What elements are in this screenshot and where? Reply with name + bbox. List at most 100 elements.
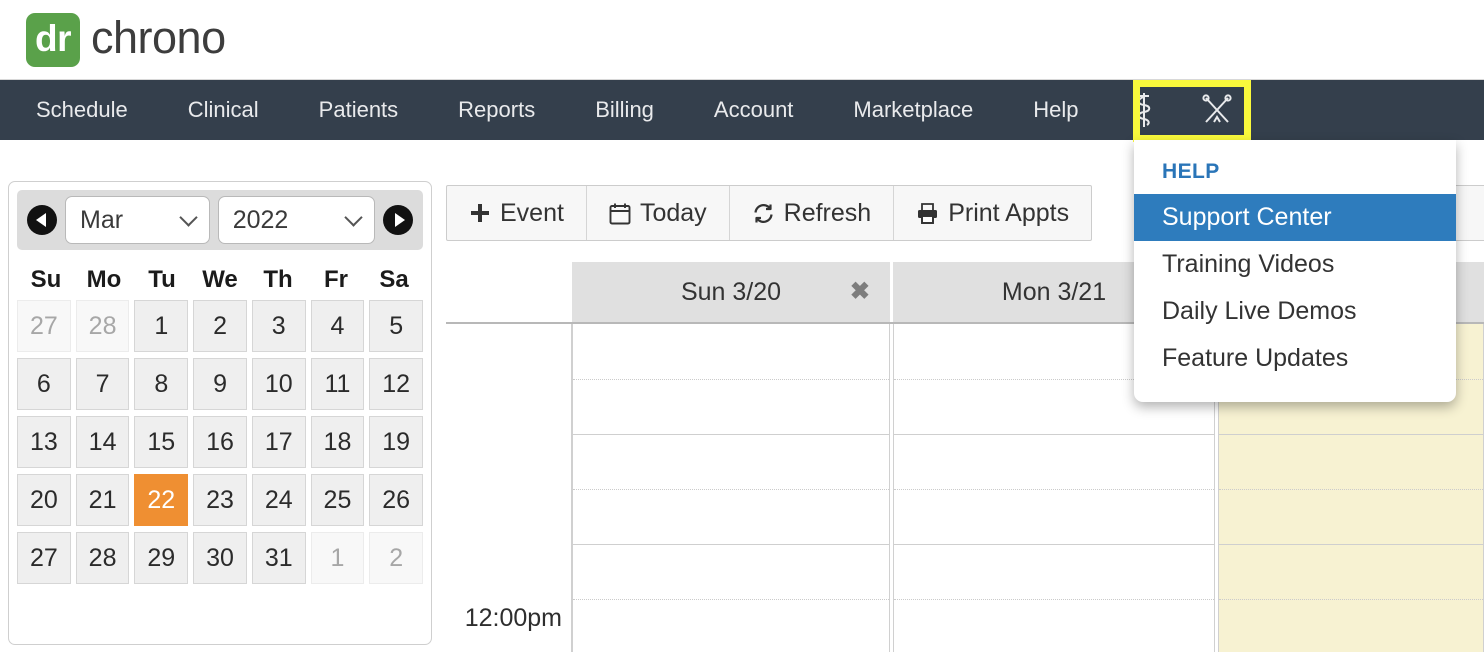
calendar-day-29[interactable]: 29	[134, 532, 189, 584]
dow-th: Th	[263, 266, 293, 293]
calendar-icon	[609, 202, 631, 225]
help-menu-item-training-videos[interactable]: Training Videos	[1134, 241, 1456, 288]
print-appts-label: Print Appts	[948, 198, 1070, 227]
help-menu-item-feature-updates[interactable]: Feature Updates	[1134, 335, 1456, 382]
calendar-day-31[interactable]: 31	[251, 532, 306, 584]
calendar-day-15[interactable]: 15	[134, 416, 189, 468]
drchrono-logo[interactable]: dr chrono	[26, 12, 226, 67]
calendar-day-6[interactable]: 6	[17, 358, 71, 410]
dow-sa: Sa	[379, 266, 409, 293]
close-icon[interactable]: ✖	[850, 280, 870, 304]
mini-calendar-header: Mar 2022	[17, 190, 423, 250]
day-column-header-sun[interactable]: Sun 3/20 ✖	[572, 262, 890, 322]
month-select[interactable]: Mar	[65, 196, 210, 244]
calendar-day-23[interactable]: 23	[193, 474, 247, 526]
calendar-day-9[interactable]: 9	[193, 358, 247, 410]
nav-item-marketplace[interactable]: Marketplace	[823, 80, 1003, 140]
calendar-week-row: 27 28 29 30 31 1 2	[17, 532, 424, 584]
year-select[interactable]: 2022	[217, 196, 375, 244]
calendar-day-1[interactable]: 1	[134, 300, 189, 352]
refresh-label: Refresh	[783, 198, 872, 227]
dow-su: Su	[30, 266, 62, 293]
calendar-day-25[interactable]: 25	[310, 474, 365, 526]
day-of-week-header: Su Mo Tu We Th Fr Sa	[17, 266, 423, 294]
nav-item-help[interactable]: Help	[1003, 80, 1108, 140]
refresh-button[interactable]: Refresh	[730, 186, 895, 240]
mini-calendar: Mar 2022 Su Mo Tu We Th Fr Sa 27 28 1 2 3 4 5 6…	[8, 181, 432, 645]
calendar-day-27[interactable]: 27	[17, 300, 71, 352]
day-column-sun[interactable]	[572, 324, 890, 652]
chevron-down-icon	[179, 207, 198, 227]
calendar-week-row: 20 21 22 23 24 25 26	[17, 474, 424, 526]
calendar-day-17[interactable]: 17	[251, 416, 306, 468]
help-menu-item-daily-live-demos[interactable]: Daily Live Demos	[1134, 288, 1456, 335]
calendar-day-22[interactable]: 22	[134, 474, 189, 526]
dow-mo: Mo	[86, 266, 122, 293]
calendar-week-row: 13 14 15 16 17 18 19	[17, 416, 424, 468]
calendar-day-7[interactable]: 7	[75, 358, 130, 410]
time-label-noon: 12:00pm	[464, 604, 562, 632]
crossed-instruments-icon[interactable]	[1179, 80, 1255, 140]
calendar-day-12[interactable]: 12	[369, 358, 424, 410]
calendar-day-10[interactable]: 10	[251, 358, 306, 410]
chevron-down-icon	[344, 207, 363, 227]
calendar-day-19[interactable]: 19	[369, 416, 424, 468]
calendar-day-27[interactable]: 27	[17, 532, 71, 584]
mini-calendar-grid: 27 28 1 2 3 4 5 6 7 8 9 10 11 12 13 14 15 16 17 18 19 20 21 22 2…	[17, 300, 424, 584]
day-column-label: Mon 3/21	[1001, 277, 1107, 306]
calendar-day-30[interactable]: 30	[193, 532, 247, 584]
nav-item-account[interactable]: Account	[684, 80, 824, 140]
nav-item-reports[interactable]: Reports	[428, 80, 565, 140]
calendar-day-2[interactable]: 2	[369, 532, 424, 584]
add-event-label: Event	[500, 198, 564, 227]
calendar-day-11[interactable]: 11	[310, 358, 365, 410]
next-month-button[interactable]	[383, 205, 413, 235]
calendar-day-4[interactable]: 4	[310, 300, 365, 352]
calendar-day-14[interactable]: 14	[75, 416, 130, 468]
help-menu-title: HELP	[1162, 160, 1220, 183]
calendar-day-18[interactable]: 18	[310, 416, 365, 468]
calendar-day-8[interactable]: 8	[134, 358, 189, 410]
calendar-day-28[interactable]: 28	[75, 300, 130, 352]
calendar-day-3[interactable]: 3	[251, 300, 306, 352]
refresh-icon	[752, 202, 775, 225]
logo-badge-icon: dr	[26, 12, 80, 67]
dow-we: We	[202, 266, 238, 293]
asclepius-rod-icon[interactable]	[1109, 80, 1179, 140]
dow-fr: Fr	[324, 266, 348, 293]
logo-bar: dr chrono	[0, 0, 1484, 80]
calendar-day-28[interactable]: 28	[75, 532, 130, 584]
add-event-button[interactable]: Event	[447, 186, 587, 240]
year-select-value: 2022	[232, 205, 289, 234]
nav-item-schedule[interactable]: Schedule	[0, 80, 158, 140]
calendar-day-20[interactable]: 20	[17, 474, 71, 526]
calendar-day-13[interactable]: 13	[17, 416, 71, 468]
help-dropdown-menu: HELP Support Center Training Videos Dail…	[1134, 140, 1456, 402]
calendar-week-row: 6 7 8 9 10 11 12	[17, 358, 424, 410]
schedule-toolbar-overflow-button[interactable]	[1455, 185, 1484, 241]
help-menu-item-support-center[interactable]: Support Center	[1134, 194, 1456, 241]
main-navigation: Schedule Clinical Patients Reports Billi…	[0, 80, 1484, 140]
printer-icon	[916, 202, 939, 224]
calendar-week-row: 27 28 1 2 3 4 5	[17, 300, 424, 352]
prev-month-button[interactable]	[27, 205, 57, 235]
calendar-day-24[interactable]: 24	[251, 474, 306, 526]
calendar-day-1[interactable]: 1	[310, 532, 365, 584]
nav-item-patients[interactable]: Patients	[289, 80, 429, 140]
nav-item-clinical[interactable]: Clinical	[158, 80, 289, 140]
today-label: Today	[639, 198, 707, 227]
calendar-day-16[interactable]: 16	[193, 416, 247, 468]
calendar-day-5[interactable]: 5	[369, 300, 424, 352]
nav-item-billing[interactable]: Billing	[565, 80, 684, 140]
time-gutter-header	[446, 262, 572, 322]
dow-tu: Tu	[148, 266, 176, 293]
calendar-day-2[interactable]: 2	[193, 300, 247, 352]
plus-icon	[469, 202, 491, 224]
print-appts-button[interactable]: Print Appts	[894, 186, 1091, 240]
month-select-value: Mar	[80, 205, 124, 234]
calendar-day-21[interactable]: 21	[75, 474, 130, 526]
today-button[interactable]: Today	[587, 186, 730, 240]
logo-wordmark: chrono	[91, 12, 226, 63]
calendar-day-26[interactable]: 26	[369, 474, 424, 526]
time-gutter: 12:00pm	[446, 324, 572, 652]
